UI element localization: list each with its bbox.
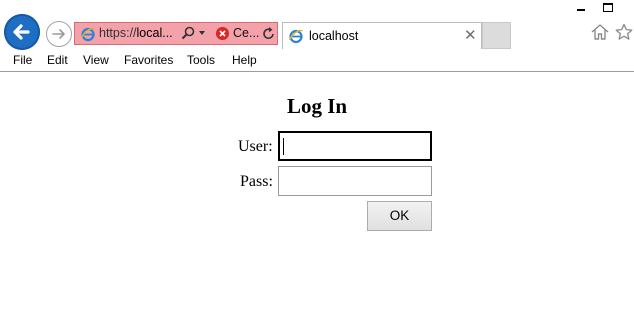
menu-edit[interactable]: Edit bbox=[47, 53, 68, 67]
url-host: local... bbox=[136, 26, 173, 40]
user-input[interactable] bbox=[278, 131, 432, 161]
user-label: User: bbox=[238, 138, 273, 155]
browser-toolbar: https://local... Ce... localhost ✕ bbox=[0, 0, 634, 50]
menu-file[interactable]: File bbox=[13, 53, 32, 67]
menu-help[interactable]: Help bbox=[232, 53, 257, 67]
address-url: https://local... bbox=[99, 26, 173, 40]
refresh-icon[interactable] bbox=[262, 26, 276, 42]
home-icon[interactable] bbox=[590, 23, 610, 41]
login-title: Log In bbox=[286, 94, 348, 118]
text-caret bbox=[283, 138, 284, 155]
certificate-error-label[interactable]: Ce... bbox=[233, 26, 259, 40]
tab-title: localhost bbox=[309, 29, 359, 43]
certificate-error-icon[interactable] bbox=[216, 27, 229, 40]
close-tab-icon[interactable]: ✕ bbox=[464, 26, 477, 44]
ie-tab-icon bbox=[288, 29, 304, 44]
url-scheme: https:// bbox=[99, 26, 137, 40]
favorites-star-icon[interactable] bbox=[614, 23, 634, 41]
menu-bar: File Edit View Favorites Tools Help bbox=[0, 50, 634, 72]
password-input[interactable] bbox=[278, 166, 432, 196]
ok-button[interactable]: OK bbox=[367, 201, 432, 231]
ie-page-icon bbox=[80, 27, 96, 42]
pass-label: Pass: bbox=[240, 173, 273, 190]
menu-view[interactable]: View bbox=[83, 53, 109, 67]
menu-favorites[interactable]: Favorites bbox=[124, 53, 173, 67]
menu-tools[interactable]: Tools bbox=[187, 53, 215, 67]
forward-button[interactable] bbox=[46, 21, 72, 47]
new-tab-button[interactable] bbox=[482, 22, 511, 49]
chevron-down-icon[interactable] bbox=[199, 31, 205, 35]
back-arrow-icon bbox=[13, 24, 30, 40]
back-button[interactable] bbox=[4, 14, 40, 50]
tab-localhost[interactable]: localhost ✕ bbox=[282, 22, 482, 49]
address-bar[interactable]: https://local... Ce... bbox=[74, 22, 278, 45]
search-icon[interactable] bbox=[180, 25, 196, 41]
forward-arrow-icon bbox=[52, 29, 65, 39]
